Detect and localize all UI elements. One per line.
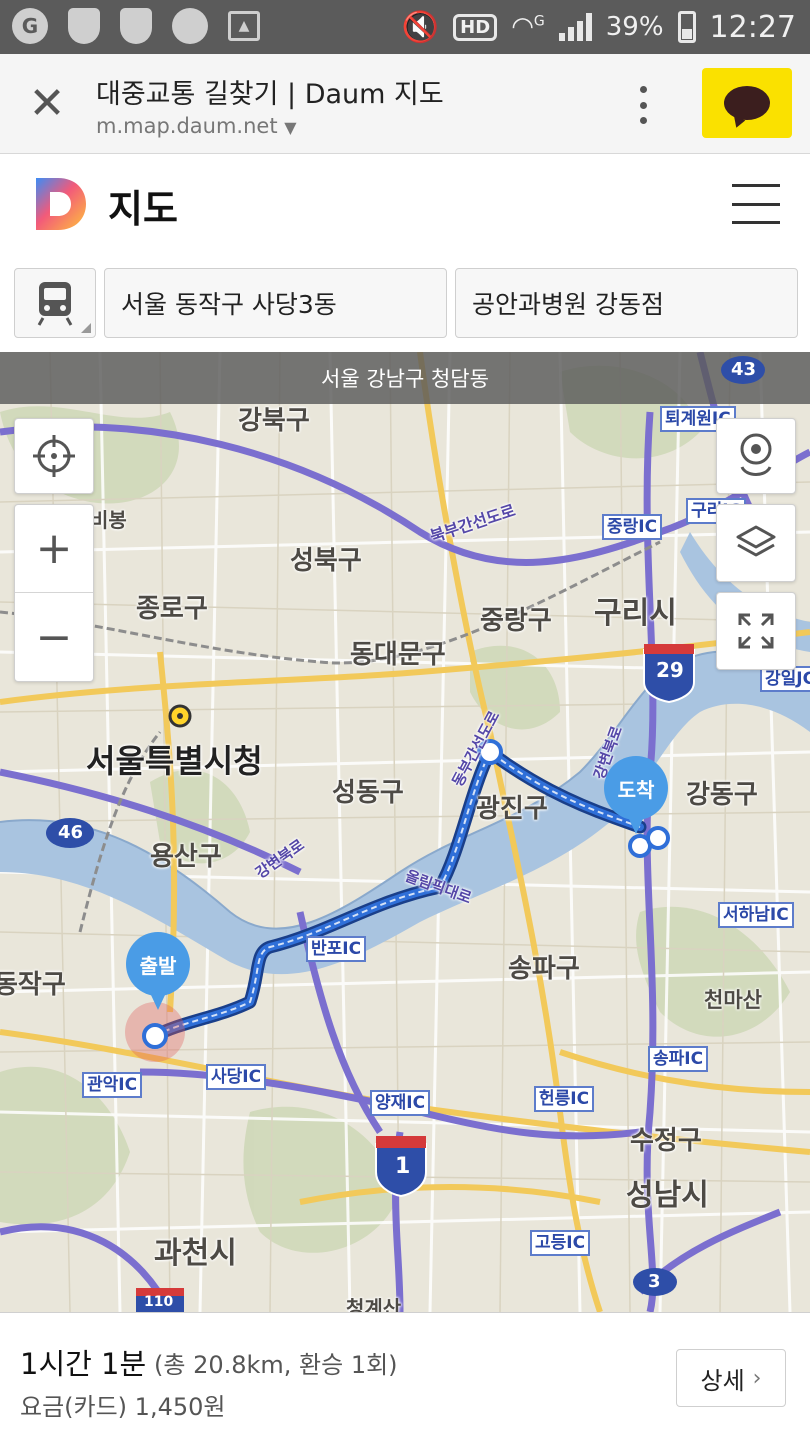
- route-fare: 요금(카드) 1,450원: [20, 1393, 226, 1421]
- end-pin[interactable]: 도착: [604, 756, 668, 834]
- app-header: 지도: [0, 154, 810, 254]
- ic-label: 헌릉IC: [534, 1086, 595, 1112]
- route-search-bar: 서울 동작구 사당3동 공안과병원 강동점: [0, 254, 810, 352]
- ic-label: 관악IC: [82, 1072, 143, 1098]
- image-icon: ▲: [228, 11, 260, 41]
- map-label: 광진구: [476, 794, 548, 824]
- start-pin[interactable]: 출발: [126, 932, 190, 1010]
- route-distance-transfers: (총 20.8km, 환승 1회): [154, 1351, 398, 1379]
- page-title: 대중교통 길찾기 | Daum 지도: [96, 79, 444, 110]
- header-title: 지도: [108, 187, 178, 231]
- daum-logo[interactable]: [32, 176, 88, 232]
- my-location-button[interactable]: [14, 418, 94, 494]
- caret-down-icon: ▼: [284, 118, 297, 137]
- transport-mode-button[interactable]: [14, 268, 96, 338]
- route-summary[interactable]: 1시간 1분 (총 20.8km, 환승 1회) 요금(카드) 1,450원 상…: [0, 1312, 810, 1440]
- fullscreen-button[interactable]: [716, 592, 796, 670]
- map-label: 동대문구: [350, 640, 446, 670]
- menu-icon[interactable]: [732, 184, 780, 224]
- layers-icon: [736, 525, 776, 557]
- map-layers-button[interactable]: [716, 504, 796, 582]
- ic-label: 고등IC: [530, 1230, 591, 1256]
- ic-label: 서하남IC: [718, 902, 794, 928]
- map-label: 서울특별시청: [86, 742, 263, 780]
- map-label: 용산구: [150, 842, 222, 872]
- ic-label: 중랑IC: [602, 514, 663, 540]
- map-view[interactable]: 서울 강남구 청담동 강북구 비봉 성북구 종로구 중랑구 구리시 동대문구 서…: [0, 352, 810, 1312]
- clock: 12:27: [709, 9, 796, 45]
- map-label: 성북구: [290, 546, 362, 576]
- map-label: 청계산: [346, 1296, 402, 1312]
- subway-icon: [37, 282, 73, 326]
- shield-number: 3: [648, 1271, 661, 1292]
- page-url[interactable]: m.map.daum.net ▼: [96, 114, 297, 138]
- current-area-banner: 서울 강남구 청담동: [0, 352, 810, 404]
- flipboard-icon: [172, 8, 208, 44]
- shield-icon: [120, 8, 152, 44]
- notification-icons: G ▲: [12, 8, 260, 44]
- map-label: 수정구: [630, 1126, 702, 1156]
- map-label: 구리시: [594, 596, 677, 631]
- map-label: 종로구: [136, 594, 208, 624]
- status-bar: G ▲ 🔇 HD ◠G 39% 12:27: [0, 0, 810, 54]
- shield-number: 110: [144, 1294, 174, 1310]
- map-label: 비봉: [90, 508, 127, 532]
- destination-field[interactable]: 공안과병원 강동점: [455, 268, 798, 338]
- ic-label: 사당IC: [206, 1064, 267, 1090]
- map-label: 성남시: [626, 1178, 709, 1213]
- map-label: 강북구: [238, 406, 310, 436]
- system-status: 🔇 HD ◠G 39% 12:27: [402, 0, 796, 54]
- origin-field[interactable]: 서울 동작구 사당3동: [104, 268, 447, 338]
- detail-button[interactable]: 상세 ›: [676, 1349, 786, 1407]
- chevron-right-icon: ›: [752, 1365, 762, 1391]
- corner-caret-icon: [81, 323, 91, 333]
- battery-percent: 39%: [605, 12, 664, 42]
- roadview-button[interactable]: [716, 418, 796, 494]
- shield-icon: [68, 8, 100, 44]
- detail-button-label: 상세: [700, 1366, 745, 1395]
- kakaotalk-share-button[interactable]: [702, 68, 792, 138]
- browser-toolbar: ✕ 대중교통 길찾기 | Daum 지도 m.map.daum.net ▼: [0, 54, 810, 154]
- app-root: G ▲ 🔇 HD ◠G 39% 12:27 ✕ 대중교통 길찾기 | Daum …: [0, 0, 810, 1440]
- shield-number: 29: [656, 658, 684, 682]
- network-type: G: [533, 13, 545, 30]
- ic-label: 양재IC: [370, 1090, 431, 1116]
- zoom-in-button[interactable]: +: [15, 505, 93, 593]
- url-text: m.map.daum.net: [96, 114, 278, 138]
- route-duration: 1시간 1분: [20, 1347, 147, 1381]
- map-label: 송파구: [508, 954, 580, 984]
- mute-icon: 🔇: [401, 9, 440, 45]
- shield-number: 43: [731, 359, 757, 380]
- end-pin-label: 도착: [604, 756, 668, 820]
- map-label: 천마산: [704, 988, 762, 1012]
- ic-label: 송파IC: [648, 1046, 709, 1072]
- map-label: 중랑구: [480, 606, 552, 636]
- speech-bubble-icon: [724, 86, 770, 120]
- crosshair-icon: [33, 435, 75, 477]
- more-options-icon[interactable]: [628, 82, 658, 128]
- roadview-icon: [740, 433, 772, 476]
- map-label: 과천시: [154, 1236, 237, 1271]
- shield-number: 46: [58, 822, 84, 843]
- app-g-icon: G: [12, 8, 48, 44]
- shield-number: 1: [395, 1154, 411, 1179]
- zoom-out-button[interactable]: −: [15, 593, 93, 681]
- map-label: 강동구: [686, 780, 758, 810]
- hd-voice-icon: HD: [453, 13, 498, 41]
- close-icon[interactable]: ✕: [24, 82, 70, 128]
- battery-icon: [677, 11, 696, 43]
- map-label: 동작구: [0, 970, 66, 1000]
- start-pin-label: 출발: [126, 932, 190, 996]
- expand-icon: [738, 613, 774, 649]
- signal-icon: [558, 13, 592, 41]
- zoom-control: + −: [14, 504, 94, 682]
- map-label: 성동구: [332, 778, 404, 808]
- wifi-icon: ◠G: [511, 12, 545, 42]
- ic-label: 반포IC: [306, 936, 367, 962]
